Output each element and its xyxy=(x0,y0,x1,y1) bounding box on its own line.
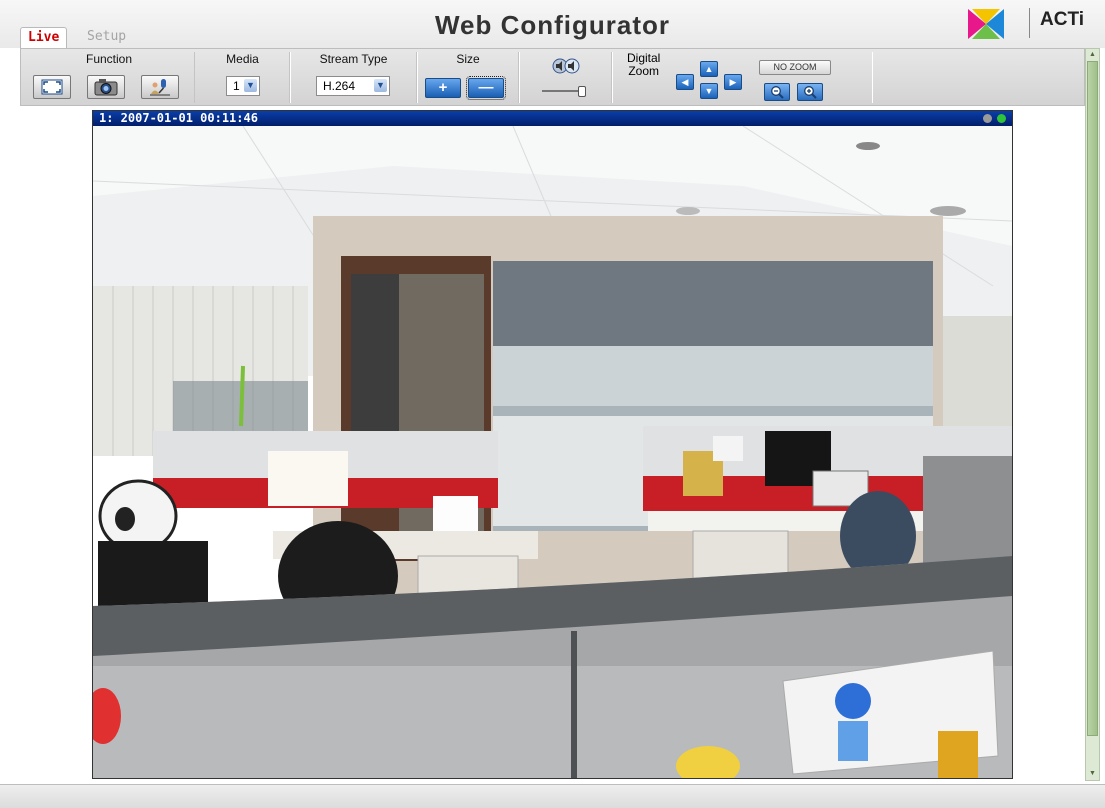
digital-zoom-label-line1: Digital xyxy=(627,51,661,65)
microphone-talk-icon xyxy=(150,79,170,96)
digital-zoom-group: Digital Zoom ◀ ▲ ▼ ▶ NO ZOOM xyxy=(611,52,873,103)
zoom-out-button[interactable] xyxy=(764,83,790,101)
zoom-in-button[interactable] xyxy=(797,83,823,101)
fullscreen-button[interactable] xyxy=(33,75,71,99)
pan-right-button[interactable]: ▶ xyxy=(724,74,742,90)
media-select-value: 1 xyxy=(233,79,240,93)
size-group: Size + — xyxy=(416,52,520,103)
arrow-right-icon: ▶ xyxy=(729,77,737,87)
zoom-in-icon xyxy=(804,86,817,99)
live-video-panel[interactable]: 1: 2007-01-01 00:11:46 xyxy=(92,110,1013,779)
stream-type-value: H.264 xyxy=(323,79,356,93)
size-label: Size xyxy=(456,52,480,66)
logo-divider xyxy=(1029,8,1030,38)
scroll-down-icon[interactable]: ▼ xyxy=(1087,769,1098,779)
chevron-down-icon: ▼ xyxy=(244,79,257,92)
app-title: Web Configurator xyxy=(434,10,671,40)
size-increase-button[interactable]: + xyxy=(425,78,461,98)
zoom-out-icon xyxy=(771,86,784,99)
stream-type-select[interactable]: H.264 ▼ xyxy=(316,76,390,96)
video-stream-image xyxy=(93,126,1012,778)
fullscreen-icon xyxy=(41,79,63,95)
pan-left-button[interactable]: ◀ xyxy=(676,74,694,90)
status-dot-green xyxy=(997,114,1006,123)
snapshot-camera-icon xyxy=(94,79,118,96)
brand-name: ACTi xyxy=(1040,9,1084,30)
stream-type-group: Stream Type H.264 ▼ xyxy=(289,52,418,103)
acti-bowtie-logo-icon xyxy=(968,9,1004,39)
scroll-up-icon[interactable]: ▲ xyxy=(1087,50,1098,60)
scrollbar-thumb[interactable] xyxy=(1087,61,1098,736)
no-zoom-button[interactable]: NO ZOOM xyxy=(759,60,831,75)
vertical-scrollbar[interactable]: ▲ ▼ xyxy=(1085,48,1100,781)
arrow-left-icon: ◀ xyxy=(681,77,689,87)
header: Live Setup Web Configurator ACTi xyxy=(0,0,1105,48)
size-decrease-button[interactable]: — xyxy=(466,76,506,100)
audio-group xyxy=(518,52,613,103)
media-group: Media 1 ▼ xyxy=(194,52,291,103)
volume-slider-handle[interactable] xyxy=(577,86,586,97)
status-footer xyxy=(0,784,1105,808)
chevron-down-icon: ▼ xyxy=(374,79,387,92)
function-group: Function xyxy=(24,52,195,103)
stream-type-label: Stream Type xyxy=(319,52,388,66)
channel-timestamp: 1: 2007-01-01 00:11:46 xyxy=(99,111,258,125)
arrow-down-icon: ▼ xyxy=(704,86,714,96)
speaker-volume-icon[interactable] xyxy=(552,56,580,76)
pan-up-button[interactable]: ▲ xyxy=(700,61,718,77)
talk-button[interactable] xyxy=(141,75,179,99)
video-status-bar: 1: 2007-01-01 00:11:46 xyxy=(93,111,1012,126)
snapshot-button[interactable] xyxy=(87,75,125,99)
function-label: Function xyxy=(85,52,133,66)
arrow-up-icon: ▲ xyxy=(704,64,714,74)
media-label: Media xyxy=(226,52,259,66)
pan-down-button[interactable]: ▼ xyxy=(700,83,718,99)
status-dot-gray xyxy=(983,114,992,123)
digital-zoom-label: Digital Zoom xyxy=(627,52,660,78)
digital-zoom-label-line2: Zoom xyxy=(628,64,660,78)
media-select[interactable]: 1 ▼ xyxy=(226,76,260,96)
toolbar: Function Media 1 ▼ Stream Type H.264 ▼ S… xyxy=(20,48,1085,106)
